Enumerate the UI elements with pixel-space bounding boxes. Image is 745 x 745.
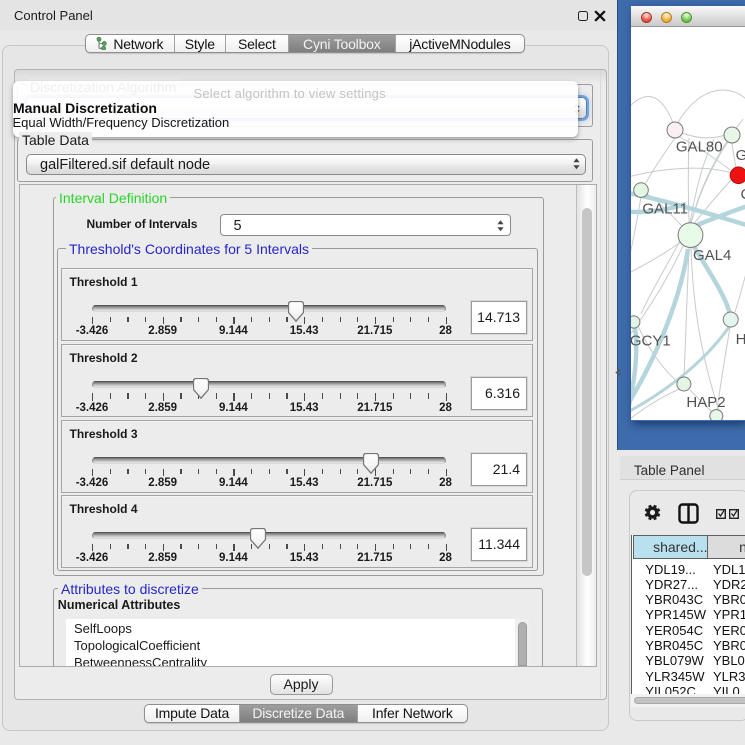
svg-text:GAL11: GAL11	[643, 201, 689, 218]
svg-text:GA: GA	[736, 147, 745, 164]
svg-text:GAL80: GAL80	[676, 139, 723, 156]
svg-text:H: H	[736, 331, 745, 348]
svg-text:GCY1: GCY1	[631, 333, 671, 350]
svg-text:GAL4: GAL4	[693, 247, 731, 264]
svg-text:HAP2: HAP2	[687, 394, 726, 411]
svg-text:C: C	[741, 186, 745, 203]
